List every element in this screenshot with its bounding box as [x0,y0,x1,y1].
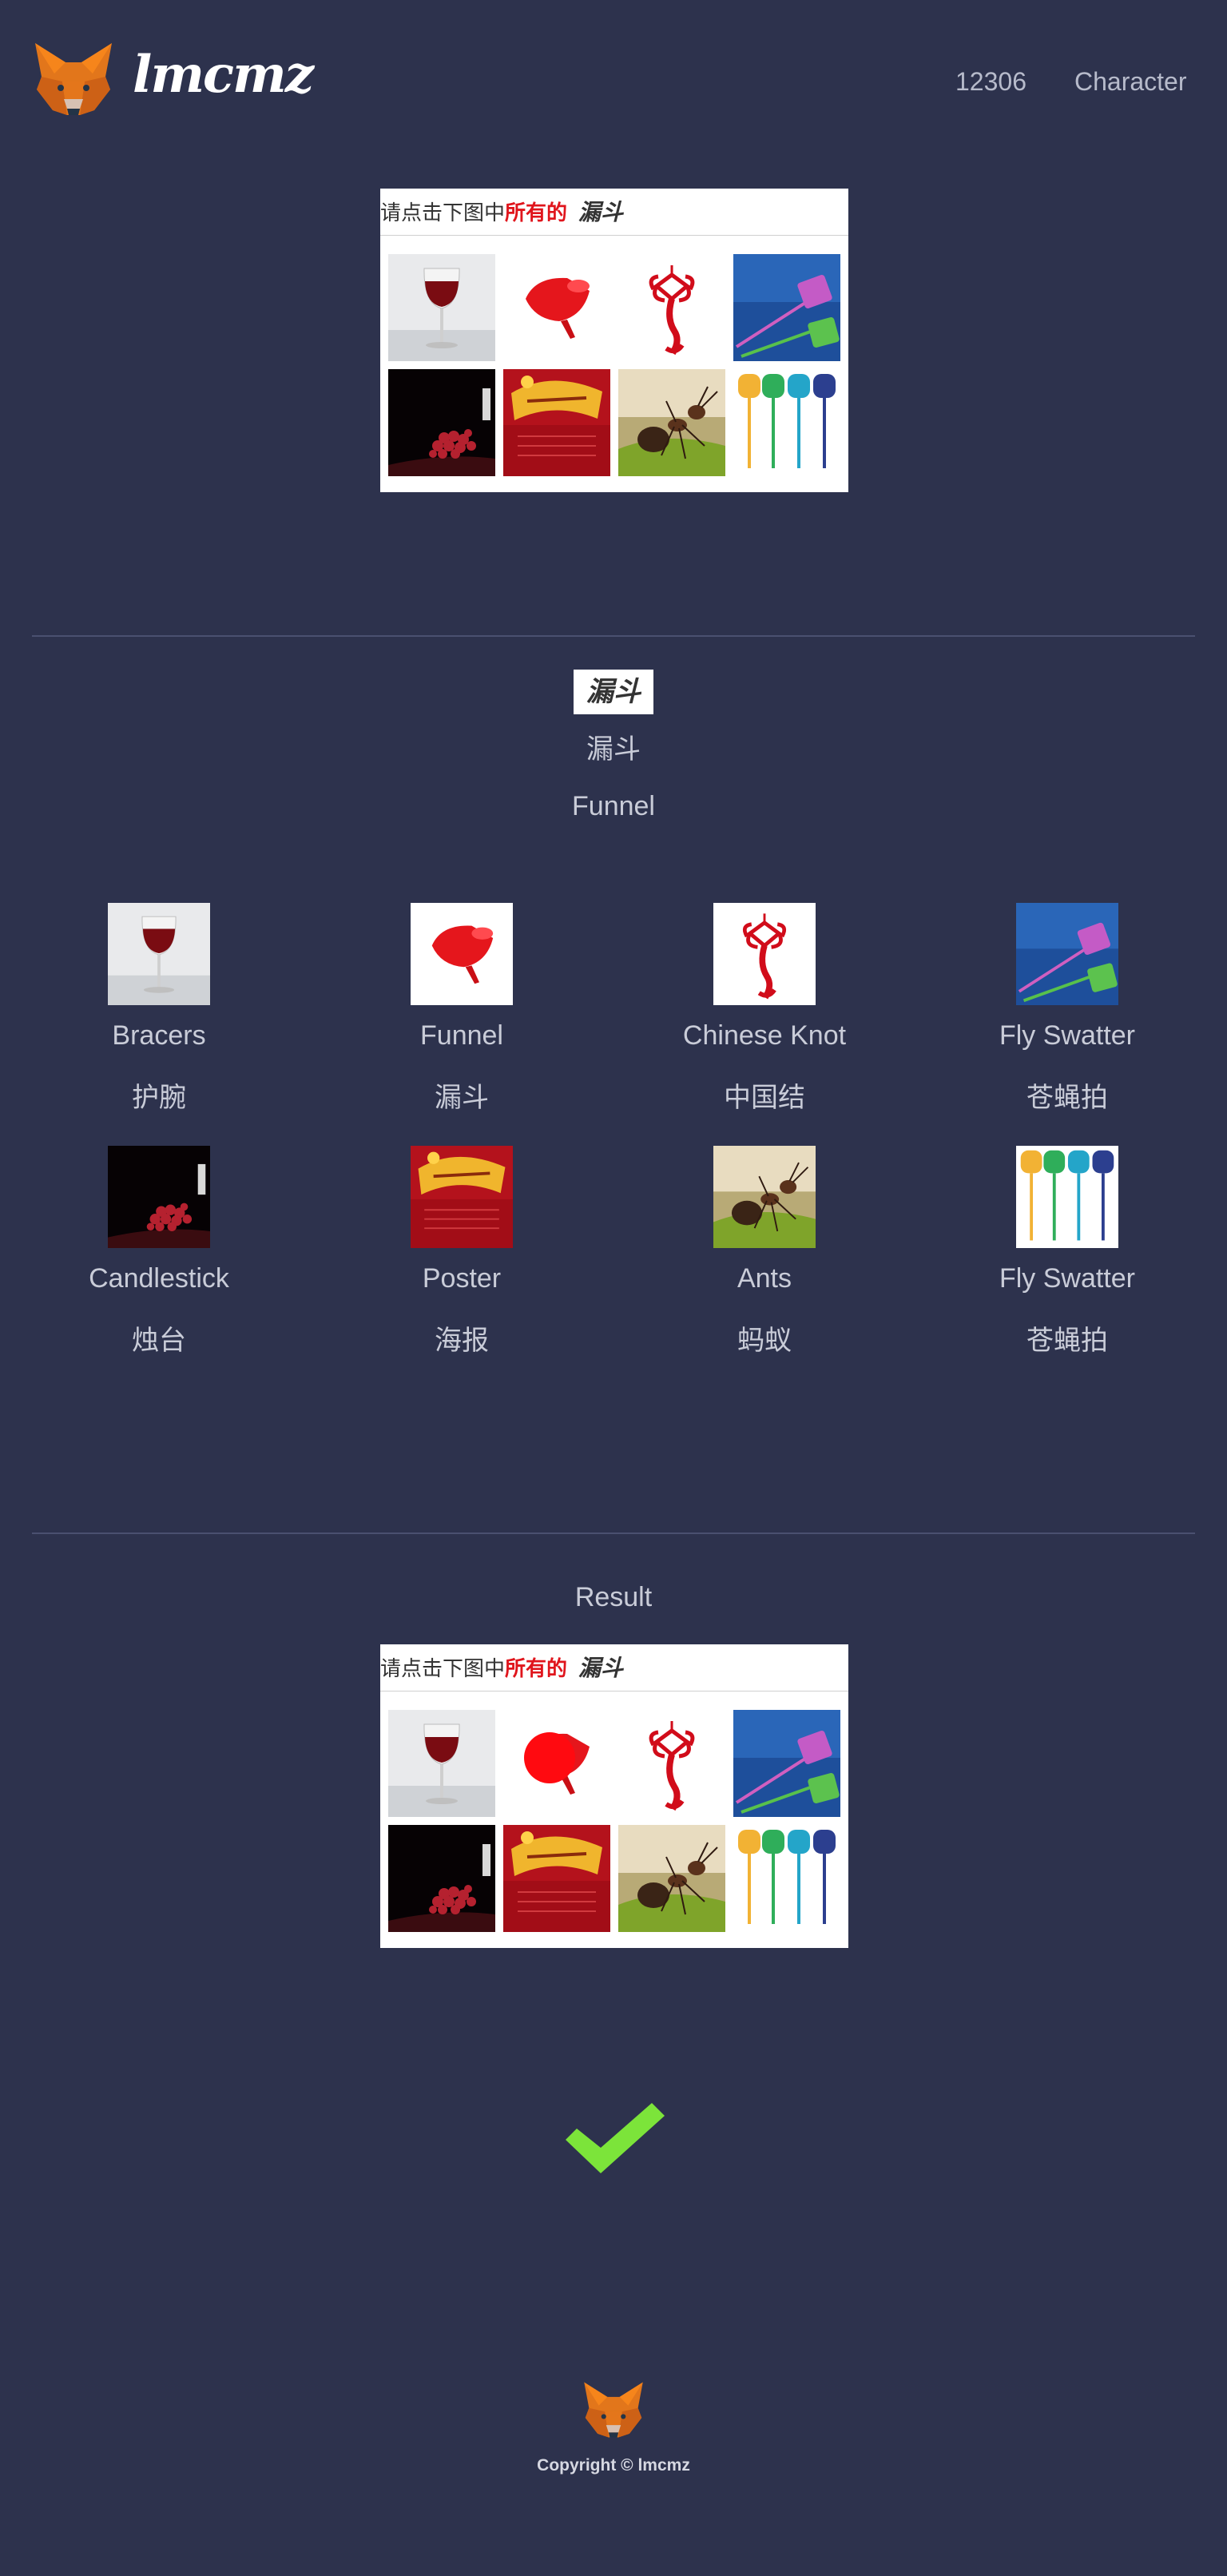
tile-image-swatter [1016,903,1118,1005]
captcha-tile-grapes [388,369,495,476]
fox-logo-icon[interactable] [32,42,115,117]
tile-label-cn: 苍蝇拍 [1026,1326,1108,1356]
tile-label-en: Funnel [420,1020,503,1051]
nav-link-character[interactable]: Character [1074,66,1187,97]
tile-label-cn: 蚂蚁 [737,1326,792,1356]
tile-label-en: Chinese Knot [682,1020,847,1051]
tile-label-cn: 护腕 [132,1083,186,1113]
captcha-tile-swatter [733,254,840,361]
captcha-prompt: 请点击下图中所有的 漏斗 [380,199,624,225]
captcha-tile-ant [618,369,725,476]
nav-link-12306[interactable]: 12306 [955,66,1026,97]
captcha-tile-wine [388,254,495,361]
captcha-tile-swatters [733,369,840,476]
result-tile-poster [503,1825,610,1932]
section-divider [32,1532,1195,1534]
keyword-chinese: 漏斗 [586,734,641,765]
keyword-image: 漏斗 [574,670,653,714]
result-tile-grapes [388,1825,495,1932]
tile-image-wine [108,903,210,1005]
captcha-image: 请点击下图中所有的 漏斗 [380,189,848,492]
result-tile-funnel-marked [503,1710,610,1817]
captcha-tile-poster [503,369,610,476]
result-tile-knot [618,1710,725,1817]
captcha-tile-knot [618,254,725,361]
result-captcha-image: 请点击下图中所有的 漏斗 [380,1644,848,1948]
keyword-english: Funnel [572,791,655,821]
tile-image-swatters [1016,1146,1118,1248]
tile-label-cn: 中国结 [724,1083,805,1113]
tile-image-knot [713,903,816,1005]
tile-label-en: Poster [422,1263,502,1294]
result-tile-ant [618,1825,725,1932]
tile-label-en: Fly Swatter [999,1020,1136,1051]
tile-label-cn: 漏斗 [435,1083,489,1113]
checkmark-icon [566,2103,665,2173]
tile-label-cn: 烛台 [132,1326,186,1356]
tile-label-en: Fly Swatter [999,1263,1136,1294]
tile-label-en: Bracers [112,1020,206,1051]
tile-image-grapes [108,1146,210,1248]
result-tile-wine [388,1710,495,1817]
copyright-text: Copyright © lmcmz [537,2456,690,2475]
result-title: Result [574,1582,653,1612]
tile-label-cn: 海报 [435,1326,489,1356]
captcha-prompt: 请点击下图中所有的 漏斗 [380,1655,624,1681]
tile-image-poster [411,1146,513,1248]
section-divider [32,635,1195,637]
tile-image-ant [713,1146,816,1248]
tile-label-en: Candlestick [89,1263,229,1294]
tile-label-cn: 苍蝇拍 [1026,1083,1108,1113]
fox-footer-icon [582,2381,645,2439]
captcha-tile-funnel [503,254,610,361]
tile-label-en: Ants [737,1263,792,1294]
result-tile-swatter [733,1710,840,1817]
brand-name[interactable]: lmcmz [133,42,314,109]
result-tile-swatters [733,1825,840,1932]
tile-image-funnel [411,903,513,1005]
